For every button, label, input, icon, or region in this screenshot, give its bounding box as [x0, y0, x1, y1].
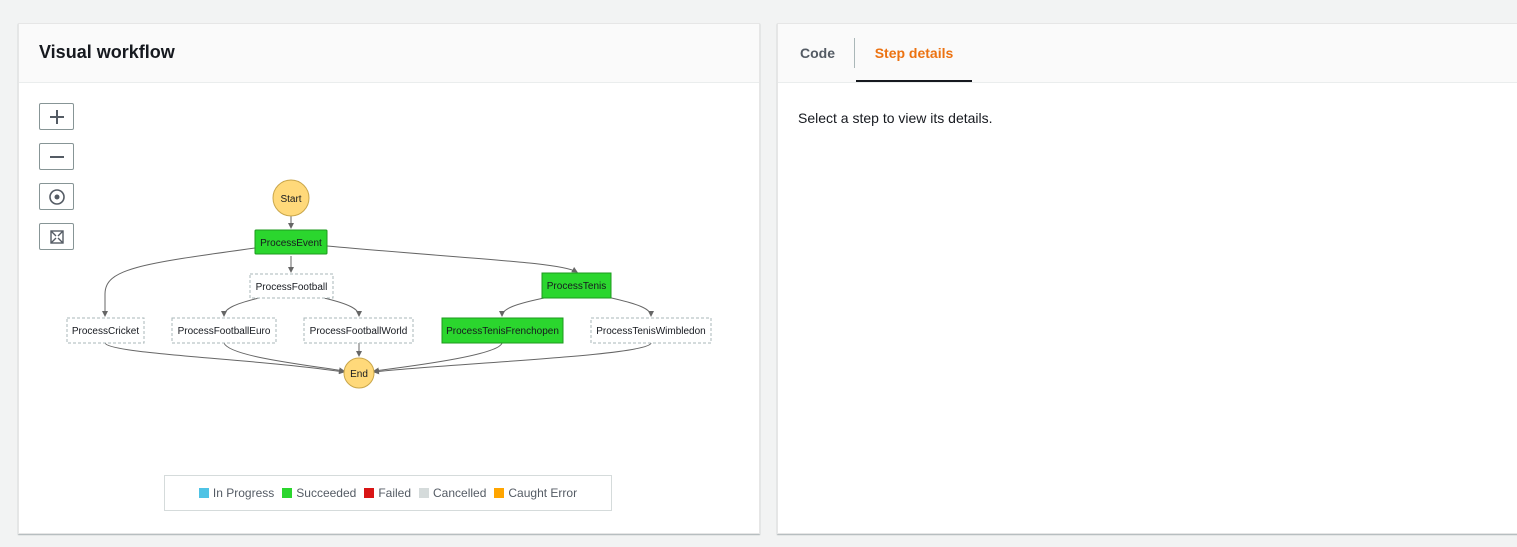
legend-label: Failed [378, 486, 411, 500]
edge-euro-end [223, 342, 345, 374]
edge-football-euro [221, 297, 260, 317]
details-panel: Code Step details Select a step to view … [777, 23, 1517, 534]
edge-processevent-cricket [102, 247, 256, 317]
legend-caught-error: Caught Error [494, 486, 577, 500]
node-processteniswimbledon[interactable]: ProcessTenisWimbledon [590, 317, 712, 344]
visual-workflow-panel: Visual workflow Start ProcessEvent Proce… [18, 23, 760, 534]
node-processteniswimbledon-label: ProcessTenisWimbledon [596, 326, 706, 337]
edge-tenis-frenchopen [499, 296, 550, 317]
node-processcricket[interactable]: ProcessCricket [66, 317, 145, 344]
legend-label: In Progress [212, 486, 275, 500]
node-processevent[interactable]: ProcessEvent [254, 229, 328, 255]
empty-details-message: Select a step to view its details. [798, 110, 993, 126]
node-processfootballeuro-label: ProcessFootballEuro [178, 326, 271, 337]
legend-swatch [419, 488, 429, 498]
legend-swatch [198, 488, 209, 498]
node-end[interactable]: End [343, 357, 375, 389]
node-processtenisfrenchopen-label: ProcessTenisFrenchopen [446, 326, 559, 337]
node-processfootball[interactable]: ProcessFootball [249, 273, 334, 299]
node-start-label: Start [280, 194, 301, 205]
legend-swatch [282, 488, 293, 498]
legend-succeeded: Succeeded [282, 486, 356, 500]
legend-swatch [364, 488, 375, 498]
node-processfootballworld[interactable]: ProcessFootballWorld [303, 317, 414, 344]
legend-swatch [494, 488, 505, 498]
tab-divider [854, 38, 855, 68]
legend-label: Caught Error [508, 486, 578, 500]
legend-in-progress: In Progress [198, 486, 275, 500]
edge-processevent-tenis [326, 245, 578, 273]
legend-failed: Failed [364, 486, 411, 500]
legend-cancelled: Cancelled [419, 486, 486, 500]
node-processtenis-label: ProcessTenis [547, 281, 606, 292]
edge-cricket-end [104, 342, 345, 375]
edge-tenis-wimbledon [606, 296, 654, 317]
node-processfootball-label: ProcessFootball [256, 282, 328, 293]
legend-label: Succeeded [296, 486, 357, 500]
status-legend: In Progress Succeeded Failed Cancelled C… [164, 475, 612, 511]
tab-step-details[interactable]: Step details [856, 24, 972, 82]
node-start[interactable]: Start [272, 179, 310, 217]
node-processevent-label: ProcessEvent [260, 238, 322, 249]
workflow-graph: Start ProcessEvent ProcessFootball Proce… [66, 179, 712, 389]
edge-wimbledon-end [373, 342, 652, 375]
edge-football-world [323, 297, 362, 317]
node-processtenis[interactable]: ProcessTenis [541, 272, 612, 299]
details-tabs: Code Step details [778, 24, 1517, 83]
legend-label: Cancelled [433, 486, 487, 500]
node-processtenisfrenchopen[interactable]: ProcessTenisFrenchopen [441, 317, 564, 344]
node-end-label: End [350, 369, 368, 380]
node-processfootballeuro[interactable]: ProcessFootballEuro [171, 317, 277, 344]
node-processfootballworld-label: ProcessFootballWorld [310, 326, 408, 337]
node-processcricket-label: ProcessCricket [72, 326, 139, 337]
tab-code[interactable]: Code [800, 24, 835, 81]
